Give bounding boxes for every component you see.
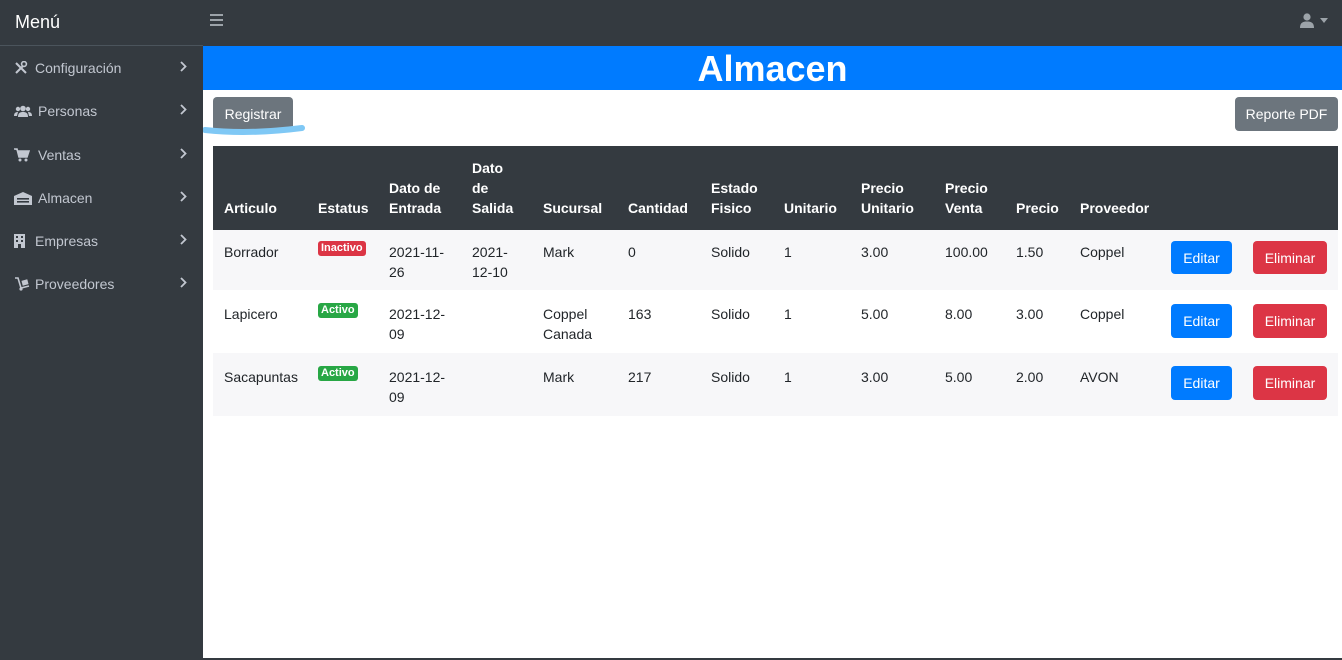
column-header: Articulo <box>224 200 277 216</box>
sidebar-item-label: Proveedores <box>35 276 115 292</box>
column-header: Proveedor <box>1080 200 1150 216</box>
cell-dato-entrada: 2021-12-09 <box>389 306 446 342</box>
table-row: Borrador Inactivo 2021-11-26 2021-12-10 … <box>213 230 1338 290</box>
cell-cantidad: 0 <box>628 244 636 260</box>
cell-dato-salida: 2021-12-10 <box>472 244 508 280</box>
cell-precio-unitario: 3.00 <box>861 369 889 385</box>
caret-down-icon <box>1320 18 1328 23</box>
cart-icon <box>14 148 32 162</box>
sidebar-item-label: Personas <box>38 103 98 119</box>
sidebar-item-label: Ventas <box>38 147 81 163</box>
dolly-icon <box>14 277 32 291</box>
cell-precio-unitario: 5.00 <box>861 306 889 322</box>
sidebar-item-configuracion[interactable]: Configuración <box>0 50 203 86</box>
column-header: Precio Unitario <box>861 180 914 216</box>
cell-proveedor: Coppel <box>1080 244 1125 260</box>
chevron-right-icon <box>180 191 187 202</box>
cell-unitario: 1 <box>784 244 792 260</box>
cell-precio-venta: 8.00 <box>945 306 973 322</box>
warehouse-icon <box>14 191 32 205</box>
report-pdf-button[interactable]: Reporte PDF <box>1235 97 1338 131</box>
sidebar-item-proveedores[interactable]: Proveedores <box>0 266 203 302</box>
edit-button[interactable]: Editar <box>1171 304 1232 338</box>
cell-proveedor: Coppel <box>1080 306 1125 322</box>
chevron-right-icon <box>180 61 187 72</box>
status-badge: Activo <box>318 366 358 381</box>
cell-estado-fisico: Solido <box>711 244 750 260</box>
cell-unitario: 1 <box>784 306 792 322</box>
chevron-right-icon <box>180 104 187 115</box>
cell-articulo: Borrador <box>224 244 279 260</box>
table-row: Sacapuntas Activo 2021-12-09 Mark 217 So… <box>213 353 1338 416</box>
sidebar: Configuración Personas Ventas Almacen Em… <box>0 46 203 660</box>
cell-articulo: Lapicero <box>224 306 278 322</box>
sidebar-item-label: Empresas <box>35 233 99 249</box>
cell-estado-fisico: Solido <box>711 369 750 385</box>
chevron-right-icon <box>180 148 187 159</box>
cell-sucursal: Mark <box>543 244 575 260</box>
delete-button[interactable]: Eliminar <box>1253 304 1327 338</box>
user-icon <box>1300 13 1314 28</box>
cell-precio-unitario: 3.00 <box>861 244 889 260</box>
column-header: Precio Venta <box>945 180 988 216</box>
sidebar-item-almacen[interactable]: Almacen <box>0 180 203 216</box>
column-header: Dato de Salida <box>472 160 514 216</box>
sidebar-item-personas[interactable]: Personas <box>0 93 203 129</box>
edit-button[interactable]: Editar <box>1171 366 1232 400</box>
hamburger-icon[interactable] <box>210 14 223 27</box>
page-title: Almacen <box>203 46 1342 90</box>
users-icon <box>14 104 32 118</box>
building-icon <box>14 234 32 248</box>
cell-cantidad: 163 <box>628 306 652 322</box>
cell-sucursal: Coppel Canada <box>543 306 593 342</box>
column-header: Cantidad <box>628 200 688 216</box>
chevron-right-icon <box>180 234 187 245</box>
cell-unitario: 1 <box>784 369 792 385</box>
table-row: Lapicero Activo 2021-12-09 Coppel Canada… <box>213 290 1338 353</box>
brand-title[interactable]: Menú <box>0 0 203 46</box>
status-badge: Inactivo <box>318 241 366 256</box>
cell-precio-venta: 100.00 <box>945 244 988 260</box>
cell-cantidad: 217 <box>628 369 652 385</box>
delete-button[interactable]: Eliminar <box>1253 366 1327 400</box>
cell-dato-entrada: 2021-12-09 <box>389 369 446 405</box>
sidebar-item-empresas[interactable]: Empresas <box>0 223 203 259</box>
tools-icon <box>14 61 32 75</box>
highlight-mark <box>203 125 305 136</box>
edit-button[interactable]: Editar <box>1171 241 1232 274</box>
status-badge: Activo <box>318 303 358 318</box>
cell-proveedor: AVON <box>1080 369 1119 385</box>
sidebar-item-label: Almacen <box>38 190 93 206</box>
user-menu[interactable] <box>1300 13 1328 28</box>
table-header: Articulo Estatus Dato de Entrada Dato de… <box>213 146 1338 230</box>
cell-sucursal: Mark <box>543 369 575 385</box>
cell-dato-entrada: 2021-11-26 <box>389 244 445 280</box>
column-header: Dato de Entrada <box>389 180 442 216</box>
cell-articulo: Sacapuntas <box>224 369 298 385</box>
cell-precio-venta: 5.00 <box>945 369 973 385</box>
cell-estado-fisico: Solido <box>711 306 750 322</box>
sidebar-item-ventas[interactable]: Ventas <box>0 137 203 173</box>
column-header: Estado Fisico <box>711 180 758 216</box>
sidebar-item-label: Configuración <box>35 60 122 76</box>
chevron-right-icon <box>180 277 187 288</box>
delete-button[interactable]: Eliminar <box>1253 241 1327 274</box>
column-header: Sucursal <box>543 200 603 216</box>
